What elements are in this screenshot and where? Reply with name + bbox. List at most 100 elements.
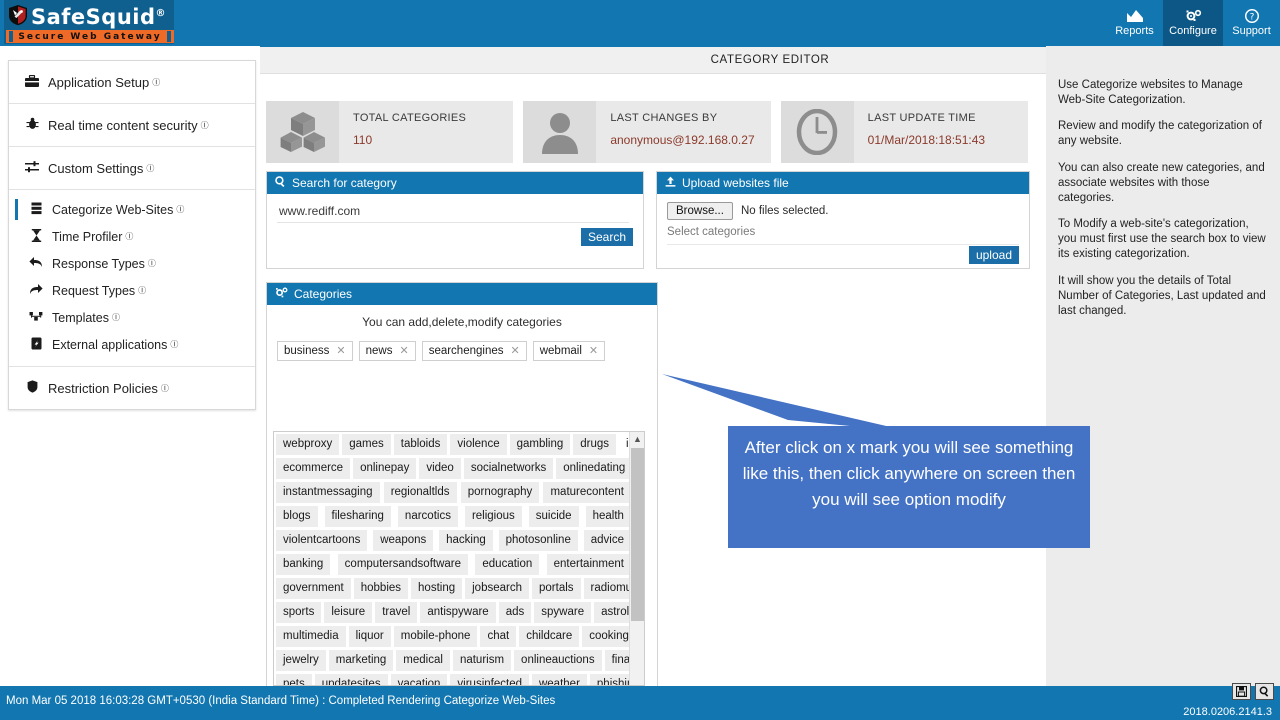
category-chip[interactable]: ads: [498, 602, 532, 623]
sidebar-item-restriction-policies[interactable]: Restriction Policies Ⓘ: [9, 367, 255, 409]
category-chip[interactable]: socialnetworks: [463, 458, 554, 479]
category-chip[interactable]: entertainment: [546, 554, 631, 575]
category-chip[interactable]: chat: [480, 626, 517, 647]
help-icon[interactable]: Ⓘ: [138, 285, 146, 296]
category-chip[interactable]: hobbies: [353, 578, 409, 599]
brand-logo[interactable]: SafeSquid® Secure Web Gateway: [4, 0, 174, 44]
nav-item-reports[interactable]: Reports: [1106, 0, 1163, 46]
category-chip[interactable]: government: [276, 578, 351, 599]
sidebar-item-categorize-web-sites[interactable]: Categorize Web-Sites Ⓘ: [9, 196, 255, 223]
category-chip[interactable]: filesharing: [324, 506, 391, 527]
search-button[interactable]: Search: [580, 228, 633, 246]
select-categories-input[interactable]: Select categories: [667, 226, 1019, 245]
category-chip[interactable]: portals: [532, 578, 581, 599]
category-chip[interactable]: onlineauctions: [514, 650, 602, 671]
sidebar-item-application-setup[interactable]: Application Setup Ⓘ: [9, 61, 255, 103]
selected-chip-label: business: [284, 344, 330, 357]
category-chip[interactable]: suicide: [528, 506, 579, 527]
search-input[interactable]: [277, 204, 629, 223]
category-chip[interactable]: jewelry: [276, 650, 326, 671]
categories-scrollbar[interactable]: ▲: [629, 432, 644, 685]
close-x-icon[interactable]: ✕: [589, 344, 598, 357]
selected-chip[interactable]: news ✕: [358, 341, 416, 361]
category-chip[interactable]: multimedia: [276, 626, 346, 647]
category-chip[interactable]: cooking: [582, 626, 636, 647]
category-chip[interactable]: hacking: [439, 530, 493, 551]
selected-chip[interactable]: webmail ✕: [532, 341, 606, 361]
category-chip[interactable]: narcotics: [397, 506, 458, 527]
category-chip[interactable]: video: [419, 458, 461, 479]
category-chip[interactable]: childcare: [519, 626, 580, 647]
category-chip[interactable]: tabloids: [393, 434, 448, 455]
category-chip[interactable]: virusinfected: [450, 674, 529, 685]
help-icon[interactable]: Ⓘ: [152, 77, 160, 88]
category-chip[interactable]: travel: [375, 602, 418, 623]
category-chip[interactable]: onlinepay: [353, 458, 417, 479]
sidebar-item-external-applications[interactable]: External applications Ⓘ: [9, 331, 255, 358]
category-chip[interactable]: violence: [450, 434, 507, 455]
nav-item-configure[interactable]: Configure: [1163, 0, 1223, 46]
sidebar-item-custom-settings[interactable]: Custom Settings Ⓘ: [9, 147, 255, 189]
category-chip[interactable]: spyware: [534, 602, 592, 623]
category-chip[interactable]: liquor: [348, 626, 391, 647]
close-x-icon[interactable]: ✕: [511, 344, 520, 357]
help-icon[interactable]: Ⓘ: [146, 163, 154, 174]
sidebar-item-templates[interactable]: Templates Ⓘ: [9, 304, 255, 331]
category-chip[interactable]: weather: [531, 674, 587, 685]
category-chip[interactable]: updatesites: [314, 674, 388, 685]
category-chip[interactable]: antispyware: [420, 602, 496, 623]
selected-chip[interactable]: searchengines ✕: [421, 341, 527, 361]
category-chip[interactable]: regionaltlds: [383, 482, 457, 503]
category-chip[interactable]: instantmessaging: [276, 482, 380, 503]
category-chip[interactable]: photosonline: [498, 530, 578, 551]
category-chip[interactable]: webproxy: [276, 434, 340, 455]
upload-button[interactable]: upload: [968, 246, 1019, 264]
help-icon[interactable]: Ⓘ: [201, 120, 209, 131]
nav-item-support[interactable]: ? Support: [1223, 0, 1280, 46]
close-x-icon[interactable]: ✕: [399, 344, 408, 357]
category-chip[interactable]: pornography: [460, 482, 540, 503]
category-chip[interactable]: hosting: [411, 578, 463, 599]
category-chip[interactable]: computersandsoftware: [337, 554, 469, 575]
category-chip[interactable]: blogs: [276, 506, 318, 527]
sidebar-item-real-time-content-security[interactable]: Real time content security Ⓘ: [9, 104, 255, 146]
search-icon[interactable]: [1255, 683, 1274, 700]
save-icon[interactable]: [1232, 683, 1251, 700]
category-chip[interactable]: weapons: [373, 530, 434, 551]
category-chip[interactable]: gambling: [509, 434, 571, 455]
scroll-up-arrow-icon[interactable]: ▲: [630, 432, 644, 447]
category-chip[interactable]: ecommerce: [276, 458, 351, 479]
category-chip[interactable]: jobsearch: [465, 578, 529, 599]
category-chip[interactable]: health: [585, 506, 631, 527]
category-chip[interactable]: sports: [276, 602, 322, 623]
help-icon[interactable]: Ⓘ: [148, 258, 156, 269]
category-chip[interactable]: mobile-phone: [393, 626, 478, 647]
browse-button[interactable]: Browse...: [667, 202, 733, 220]
sidebar-item-response-types[interactable]: Response Types Ⓘ: [9, 250, 255, 277]
category-chip[interactable]: pets: [276, 674, 312, 685]
category-chip[interactable]: medical: [396, 650, 450, 671]
category-chip[interactable]: marketing: [328, 650, 394, 671]
category-chip[interactable]: advice: [583, 530, 631, 551]
help-icon[interactable]: Ⓘ: [125, 231, 133, 242]
category-chip[interactable]: banking: [276, 554, 331, 575]
category-chip[interactable]: maturecontent: [543, 482, 631, 503]
selected-chip[interactable]: business ✕: [277, 341, 353, 361]
close-x-icon[interactable]: ✕: [336, 344, 345, 357]
help-icon[interactable]: Ⓘ: [161, 383, 169, 394]
category-chip[interactable]: naturism: [452, 650, 512, 671]
category-chip[interactable]: violentcartoons: [276, 530, 368, 551]
category-chip[interactable]: drugs: [573, 434, 617, 455]
category-chip[interactable]: religious: [464, 506, 522, 527]
sidebar-item-request-types[interactable]: Request Types Ⓘ: [9, 277, 255, 304]
help-icon[interactable]: Ⓘ: [170, 339, 178, 350]
category-chip[interactable]: education: [475, 554, 540, 575]
help-icon[interactable]: Ⓘ: [176, 204, 184, 215]
category-chip[interactable]: leisure: [324, 602, 373, 623]
category-chip[interactable]: onlinedating: [556, 458, 633, 479]
help-icon[interactable]: Ⓘ: [112, 312, 120, 323]
categories-scroll-thumb[interactable]: [631, 448, 644, 621]
category-chip[interactable]: games: [342, 434, 391, 455]
category-chip[interactable]: vacation: [390, 674, 448, 685]
sidebar-item-time-profiler[interactable]: Time Profiler Ⓘ: [9, 223, 255, 250]
